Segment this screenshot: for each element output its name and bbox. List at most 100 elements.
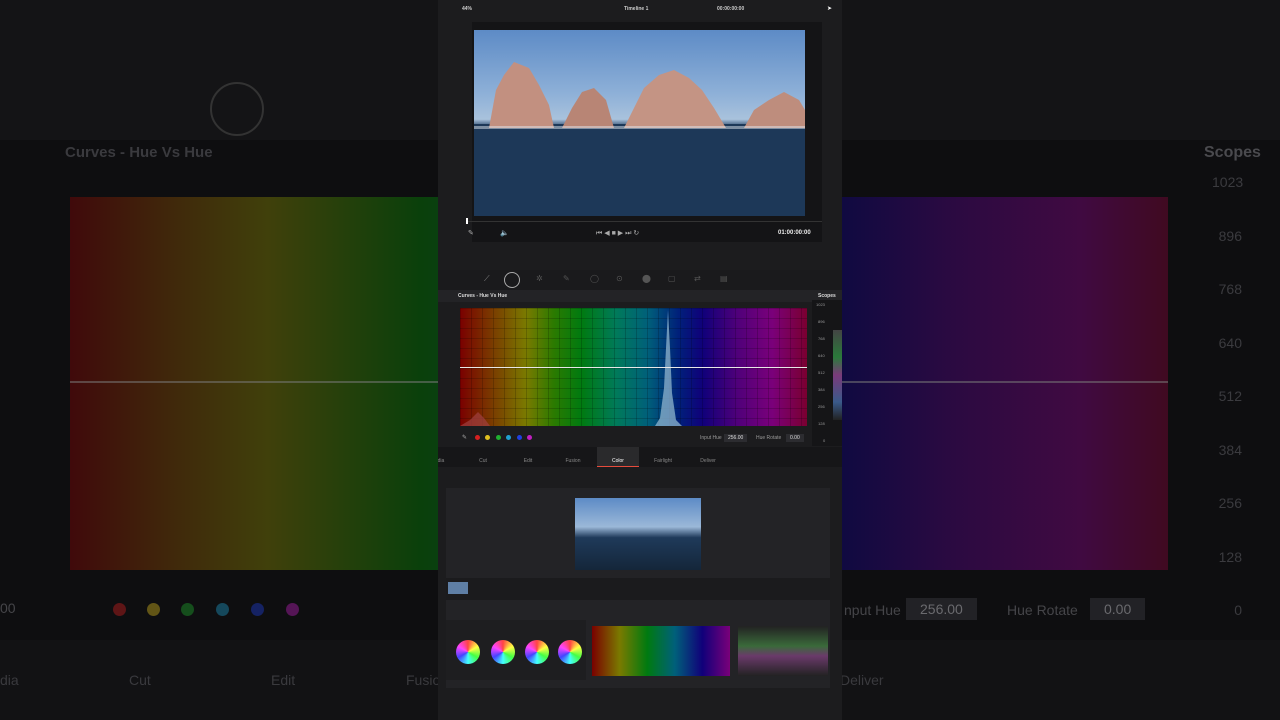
pointer-tool-icon[interactable]: ➤ <box>827 5 832 12</box>
hue-vs-hue-graph[interactable] <box>460 308 807 426</box>
background-tab: Fusio <box>406 672 441 688</box>
skip-back-icon[interactable]: ⏮ <box>596 230 602 237</box>
volume-icon[interactable]: 🔈 <box>500 229 509 237</box>
tab-fairlight[interactable]: Fairlight <box>648 458 678 464</box>
curve-picker-icon[interactable]: ✎ <box>462 434 467 441</box>
background-tick: 896 <box>1218 228 1242 244</box>
background-tab: Deliver <box>840 672 884 688</box>
scope-tick: 768 <box>818 336 825 341</box>
play-icon[interactable]: ▶ <box>618 230 623 237</box>
preview-clip <box>448 582 468 594</box>
scope-tick: 512 <box>818 370 825 375</box>
background-selected-tool-ring <box>210 82 264 136</box>
hue-rotate-label: Hue Rotate <box>756 435 782 441</box>
blue-preset-dot[interactable] <box>517 435 522 440</box>
viewer-timecode: 01:00:00:00 <box>778 230 811 236</box>
tab-media[interactable]: dia <box>438 458 456 464</box>
viewer-image <box>474 30 805 216</box>
background-magenta-dot <box>286 603 299 616</box>
scope-tick: 896 <box>818 319 825 324</box>
picker-icon[interactable]: ✎ <box>563 274 570 283</box>
background-tick: 768 <box>1218 281 1242 297</box>
background-tab: Edit <box>271 672 296 688</box>
preview-timeline <box>446 578 830 600</box>
playhead[interactable] <box>466 218 468 224</box>
red-preset-dot[interactable] <box>475 435 480 440</box>
tab-cut[interactable]: Cut <box>468 458 498 464</box>
scope-tick: 0 <box>823 438 826 443</box>
tab-fusion[interactable]: Fusion <box>558 458 588 464</box>
background-input-hue-label: nput Hue <box>844 602 901 618</box>
scope-tick: 128 <box>818 421 825 426</box>
magic-mask-icon[interactable]: ⬤ <box>642 274 651 283</box>
hue-curve-tool-icon[interactable] <box>504 272 520 288</box>
preview-scopes <box>738 626 828 676</box>
timeline-name[interactable]: Timeline 1 <box>624 6 648 12</box>
blur-icon[interactable]: ▢ <box>668 274 676 283</box>
background-tick: 1023 <box>1212 174 1244 190</box>
curves-icon[interactable]: ⟋ <box>484 274 490 284</box>
background-blue-dot <box>251 603 264 616</box>
background-hue-rotate-label: Hue Rotate <box>1007 602 1078 618</box>
hue-rotate-field[interactable]: 0.00 <box>786 434 804 442</box>
skip-forward-icon[interactable]: ⏭ <box>625 230 631 237</box>
background-tab: dia <box>0 672 19 688</box>
input-hue-label: Input Hue <box>700 435 722 441</box>
curve-line[interactable] <box>460 367 807 368</box>
curve-controls: ✎ Input Hue 256.00 Hue Rotate 0.00 <box>460 434 820 444</box>
background-input-hue-value: 256.00 <box>906 598 977 620</box>
curves-title: Curves - Hue Vs Hue <box>458 293 508 299</box>
background-cyan-dot <box>216 603 229 616</box>
scope-tick: 384 <box>818 387 825 392</box>
loop-icon[interactable]: ↻ <box>633 230 639 237</box>
tab-color[interactable]: Color <box>597 447 639 467</box>
sizing-icon[interactable]: ▤ <box>720 274 728 283</box>
input-hue-field[interactable]: 256.00 <box>724 434 748 442</box>
preview-viewer <box>575 498 701 570</box>
scope-trace <box>833 330 842 420</box>
viewer-top-bar: 44% Timeline 1 00:00:00:00 ➤ <box>438 5 842 19</box>
qualifier-icon[interactable]: ✲ <box>536 274 543 283</box>
key-icon[interactable]: ⇄ <box>694 274 701 283</box>
background-tick: 256 <box>1218 495 1242 511</box>
tab-edit[interactable]: Edit <box>513 458 543 464</box>
scopes-panel: 1023 896 768 640 512 384 256 128 0 <box>812 300 842 446</box>
green-preset-dot[interactable] <box>496 435 501 440</box>
preview-wheel <box>525 640 549 664</box>
background-panel-title: Curves - Hue Vs Hue <box>65 144 213 161</box>
background-green-dot <box>181 603 194 616</box>
background-scopes-title: Scopes <box>1204 144 1261 161</box>
cyan-preset-dot[interactable] <box>506 435 511 440</box>
preview-curves <box>592 626 730 676</box>
background-tab: Cut <box>129 672 151 688</box>
page-navigation <box>438 447 842 467</box>
tracker-icon[interactable]: ⊙ <box>616 274 623 283</box>
background-hue-rotate-value: 0.00 <box>1090 598 1146 620</box>
step-back-icon[interactable]: ◀ <box>604 230 609 237</box>
background-yellow-dot <box>147 603 160 616</box>
preview-wheel <box>491 640 515 664</box>
palette-toolbar: ⟋ ✲ ✎ ◯ ⊙ ⬤ ▢ ⇄ ▤ <box>438 270 842 290</box>
background-tick: 0 <box>1234 602 1242 618</box>
scope-tick: 1023 <box>816 302 825 307</box>
magenta-preset-dot[interactable] <box>527 435 532 440</box>
stop-icon[interactable]: ■ <box>612 230 616 237</box>
resolve-panel: 44% Timeline 1 00:00:00:00 ➤ ✎ 🔈 ⏮ ◀ ■ ▶… <box>438 0 842 720</box>
preview-wheel <box>456 640 480 664</box>
scrubber-bar[interactable] <box>466 221 822 222</box>
background-left-value: 00 <box>0 600 16 616</box>
zoom-level[interactable]: 44% <box>462 6 472 12</box>
preview-wheel <box>558 640 582 664</box>
background-red-dot <box>113 603 126 616</box>
yellow-preset-dot[interactable] <box>485 435 490 440</box>
scopes-title: Scopes <box>818 293 836 299</box>
background-tick: 640 <box>1218 335 1242 351</box>
tab-deliver[interactable]: Deliver <box>693 458 723 464</box>
transport-controls: ⏮ ◀ ■ ▶ ⏭ ↻ <box>596 229 639 238</box>
scope-tick: 256 <box>818 404 825 409</box>
eyedropper-icon[interactable]: ✎ <box>468 229 474 237</box>
curves-header: Curves - Hue Vs Hue Scopes <box>438 290 842 302</box>
window-icon[interactable]: ◯ <box>590 274 599 283</box>
background-tick: 384 <box>1218 442 1242 458</box>
sea-rocks-image <box>474 62 805 216</box>
